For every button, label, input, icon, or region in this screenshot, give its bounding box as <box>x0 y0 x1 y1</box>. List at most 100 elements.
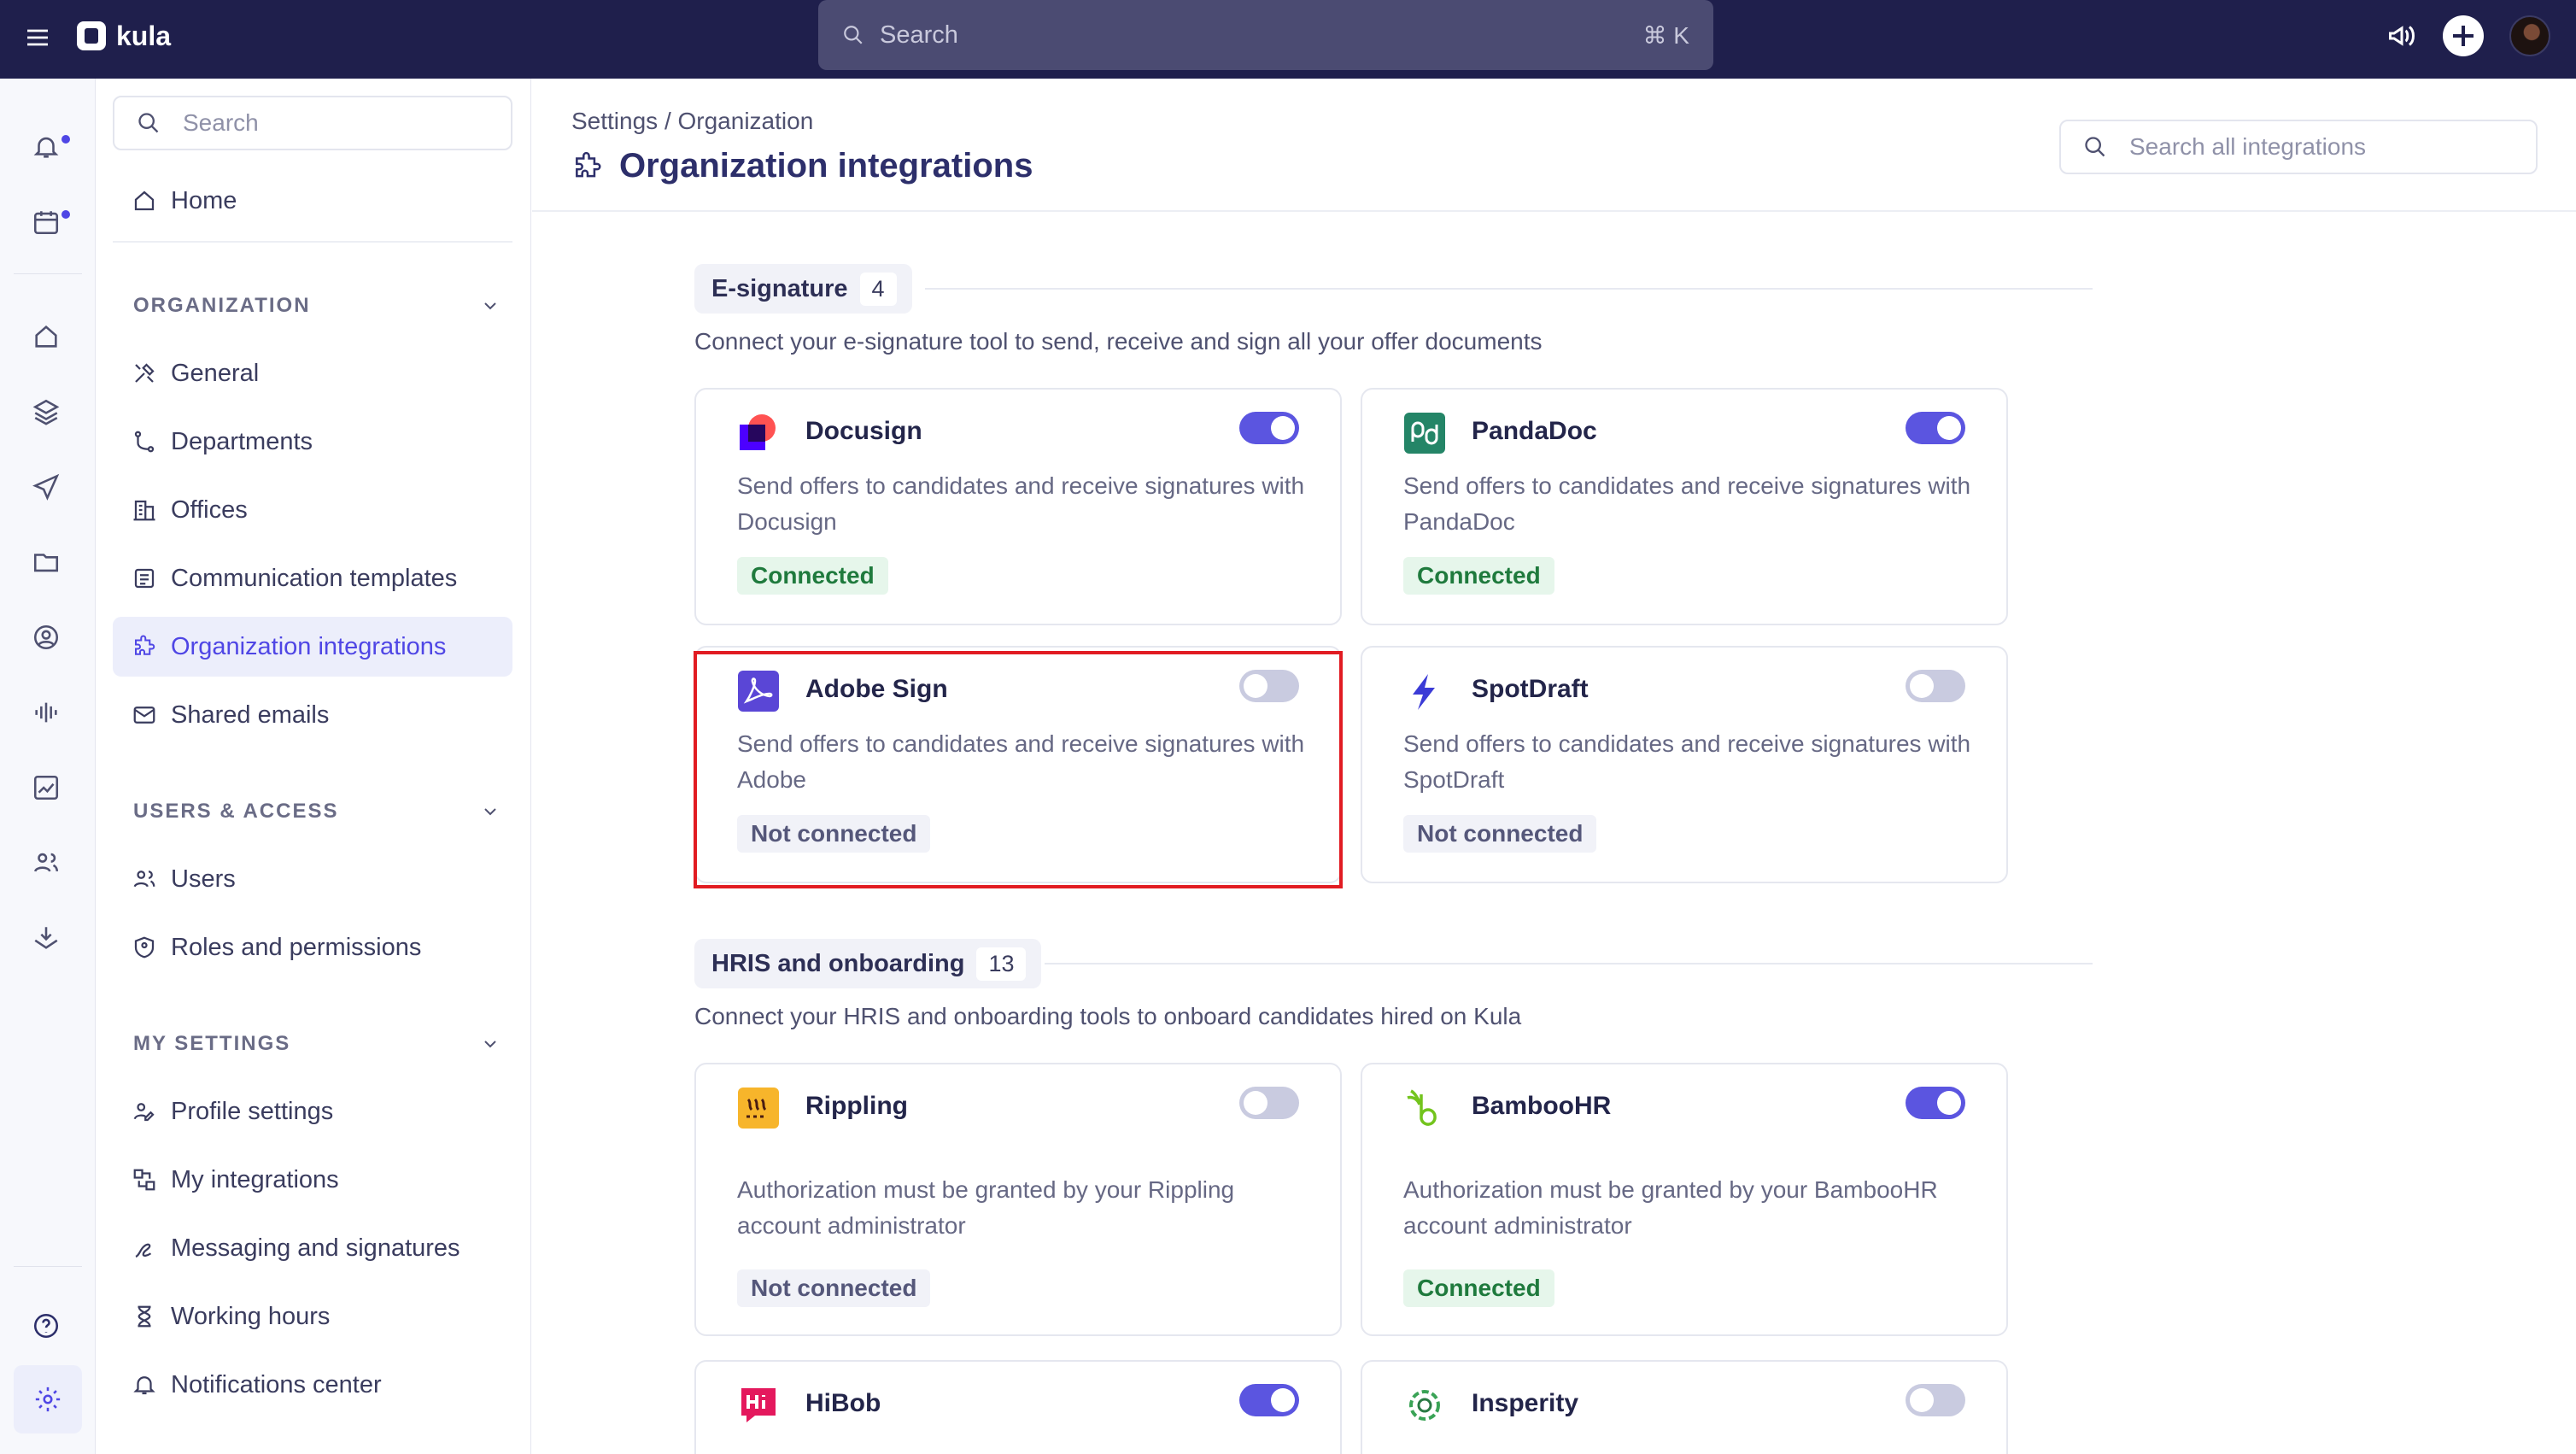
highlight-box <box>694 651 1343 888</box>
sidebar-item-notifications-center[interactable]: Notifications center <box>113 1355 512 1415</box>
sidebar-item-label: Notifications center <box>171 1370 382 1398</box>
bell-icon <box>33 137 59 158</box>
section-my-settings[interactable]: MY SETTINGS <box>133 1027 501 1061</box>
chart-icon <box>33 775 59 800</box>
top-bar: kula Search ⌘ K <box>0 0 2576 79</box>
branch-icon <box>134 431 155 453</box>
sidebar-item-roles-permissions[interactable]: Roles and permissions <box>113 918 512 977</box>
section-label: ORGANIZATION <box>133 294 311 317</box>
page-header: Settings / Organization Organization int… <box>532 79 2576 212</box>
create-new-button[interactable] <box>2443 15 2484 56</box>
integration-name: SpotDraft <box>1472 675 1589 703</box>
calendar-dot <box>61 210 70 219</box>
search-icon <box>138 113 159 133</box>
integrations-search-input[interactable]: Search all integrations <box>2059 120 2538 174</box>
integration-card-pandadoc[interactable]: PandaDoc Send offers to candidates and r… <box>1361 388 2008 625</box>
kula-logo-icon <box>77 21 106 50</box>
sidebar-search-input[interactable]: Search <box>113 96 512 150</box>
rail-help[interactable] <box>29 1309 63 1343</box>
bamboohr-logo-icon <box>1403 1087 1446 1129</box>
sidebar-item-label: General <box>171 359 260 387</box>
page-title: Organization integrations <box>571 147 1033 185</box>
sidebar-item-shared-emails[interactable]: Shared emails <box>113 685 512 745</box>
rippling-logo-icon <box>737 1087 780 1129</box>
section-title: HRIS and onboarding <box>711 949 965 977</box>
hibob-logo-icon <box>737 1384 780 1427</box>
integration-toggle[interactable] <box>1906 412 1965 444</box>
integration-card-insperity[interactable]: Insperity <box>1361 1360 2008 1454</box>
integration-name: Docusign <box>805 417 922 445</box>
rail-settings[interactable] <box>14 1365 82 1433</box>
rail-outreach[interactable] <box>29 470 63 504</box>
esignature-description: Connect your e-signature tool to send, r… <box>694 328 1543 355</box>
app-logo[interactable]: kula <box>77 19 171 53</box>
calendar-icon <box>33 211 59 235</box>
rail-candidates[interactable] <box>29 620 63 654</box>
spotdraft-logo-icon <box>1403 670 1446 712</box>
rail-analytics[interactable] <box>29 771 63 805</box>
integration-description: Send offers to candidates and receive si… <box>1403 472 1971 535</box>
puzzle-icon <box>576 151 601 177</box>
integration-toggle[interactable] <box>1906 1087 1965 1119</box>
section-users-access[interactable]: USERS & ACCESS <box>133 794 501 829</box>
rail-calendar[interactable] <box>29 205 70 239</box>
status-badge: Not connected <box>1403 815 1597 853</box>
section-organization[interactable]: ORGANIZATION <box>133 289 501 323</box>
folder-icon <box>33 554 59 572</box>
rail-home[interactable] <box>29 320 63 354</box>
integration-toggle[interactable] <box>1906 1384 1965 1416</box>
integration-toggle[interactable] <box>1239 412 1299 444</box>
global-search[interactable]: Search ⌘ K <box>818 0 1713 70</box>
sidebar-item-departments[interactable]: Departments <box>113 412 512 472</box>
rail-onboarding[interactable] <box>29 921 63 955</box>
sidebar-item-label: Working hours <box>171 1302 331 1330</box>
rail-team[interactable] <box>29 846 63 880</box>
rail-jobs[interactable] <box>29 395 63 429</box>
sidebar-item-label: Offices <box>171 495 248 524</box>
rail-files[interactable] <box>29 545 63 579</box>
document-lines-icon <box>134 568 155 589</box>
announcements-icon[interactable] <box>2386 21 2417 51</box>
integration-card-rippling[interactable]: Rippling Authorization must be granted b… <box>694 1063 1342 1336</box>
sidebar-item-offices[interactable]: Offices <box>113 480 512 540</box>
sidebar-item-general[interactable]: General <box>113 343 512 403</box>
shield-user-icon <box>134 936 155 959</box>
rail-interviews[interactable] <box>29 695 63 730</box>
integration-card-docusign[interactable]: Docusign Send offers to candidates and r… <box>694 388 1342 625</box>
integration-toggle[interactable] <box>1906 670 1965 702</box>
sidebar-item-messaging-signatures[interactable]: Messaging and signatures <box>113 1218 512 1278</box>
integration-toggle[interactable] <box>1239 1087 1299 1119</box>
mail-icon <box>133 706 155 724</box>
sidebar-item-label: Home <box>171 186 237 214</box>
sidebar-item-label: Messaging and signatures <box>171 1234 460 1262</box>
integration-card-hibob[interactable]: HiBob <box>694 1360 1342 1454</box>
integration-description: Send offers to candidates and receive si… <box>737 472 1305 535</box>
user-edit-icon <box>133 1103 155 1122</box>
bell-icon <box>133 1376 155 1395</box>
breadcrumb[interactable]: Settings / Organization <box>571 108 813 135</box>
hamburger-menu-icon[interactable] <box>24 24 51 51</box>
global-search-placeholder: Search <box>880 21 958 49</box>
integration-card-spotdraft[interactable]: SpotDraft Send offers to candidates and … <box>1361 646 2008 883</box>
sidebar-item-communication-templates[interactable]: Communication templates <box>113 548 512 608</box>
integration-toggle[interactable] <box>1239 1384 1299 1416</box>
puzzle-icon <box>135 635 155 655</box>
sidebar-item-label: Departments <box>171 427 313 455</box>
sidebar-item-my-integrations[interactable]: My integrations <box>113 1150 512 1210</box>
integrations-icon <box>133 1169 155 1191</box>
status-badge: Connected <box>1403 1269 1554 1307</box>
section-title: E-signature <box>711 274 848 302</box>
sidebar-item-organization-integrations[interactable]: Organization integrations <box>113 617 512 677</box>
user-avatar[interactable] <box>2509 15 2550 56</box>
sidebar-item-users[interactable]: Users <box>113 849 512 909</box>
sidebar-item-label: Profile settings <box>171 1097 334 1125</box>
search-shortcut: ⌘ K <box>1642 21 1689 49</box>
sidebar-item-working-hours[interactable]: Working hours <box>113 1287 512 1346</box>
insperity-logo-icon <box>1403 1384 1446 1427</box>
section-label: USERS & ACCESS <box>133 800 339 823</box>
rail-notifications[interactable] <box>29 130 70 164</box>
integration-name: HiBob <box>805 1389 881 1417</box>
integration-card-bamboohr[interactable]: BambooHR Authorization must be granted b… <box>1361 1063 2008 1336</box>
sidebar-item-profile-settings[interactable]: Profile settings <box>113 1082 512 1141</box>
sidebar-item-home[interactable]: Home <box>113 171 512 231</box>
